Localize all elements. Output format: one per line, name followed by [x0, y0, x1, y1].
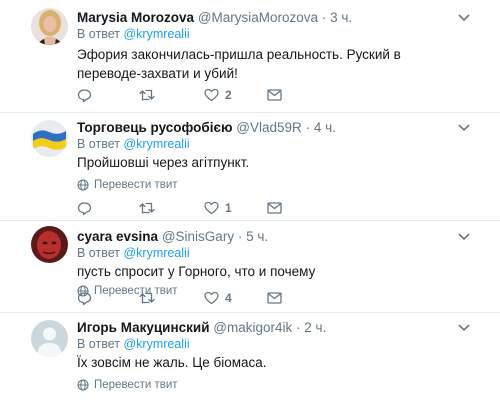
dm-button[interactable]: [267, 87, 282, 103]
tweet-text: пусть спросит у Горного, что и почему: [77, 264, 316, 279]
heart-icon: [204, 88, 219, 102]
chevron-down-icon[interactable]: [457, 123, 471, 133]
separator-dot: ·: [305, 120, 311, 135]
tweet-card[interactable]: Игорь Макуцинский @makigor4ik · 2 ч. В о…: [0, 312, 500, 400]
translate-link[interactable]: Перевести твит: [77, 178, 178, 192]
like-count: 1: [225, 201, 232, 215]
chevron-down-icon[interactable]: [457, 323, 471, 333]
author-name[interactable]: Marysia Morozova: [77, 10, 194, 25]
separator-dot: ·: [321, 10, 327, 25]
envelope-icon: [267, 292, 282, 304]
reply-icon: [77, 201, 92, 215]
translate-label: Перевести твит: [94, 179, 178, 191]
author-handle[interactable]: @SinisGary: [162, 229, 234, 244]
tweet-header: Marysia Morozova @MarysiaMorozova · 3 ч.: [77, 10, 352, 26]
author-handle[interactable]: @makigor4ik: [213, 320, 292, 335]
heart-icon: [204, 291, 219, 305]
tweet-card[interactable]: Marysia Morozova @MarysiaMorozova · 3 ч.…: [0, 0, 500, 113]
like-count: 2: [225, 88, 232, 102]
tweet-time[interactable]: 4 ч.: [314, 120, 336, 135]
retweet-icon: [139, 89, 155, 101]
retweet-icon: [139, 292, 155, 304]
default-avatar-icon: [31, 320, 68, 357]
chevron-down-icon[interactable]: [457, 13, 471, 23]
tweet-time[interactable]: 2 ч.: [304, 320, 326, 335]
tweet-card[interactable]: Торговець русофобією @Vlad59R · 4 ч. В о…: [0, 112, 500, 221]
dm-button[interactable]: [267, 200, 282, 216]
tweet-header: cyara evsina @SinisGary · 5 ч.: [77, 229, 268, 245]
author-handle[interactable]: @Vlad59R: [236, 120, 302, 135]
dm-button[interactable]: [267, 290, 282, 306]
avatar[interactable]: [31, 120, 68, 157]
avatar[interactable]: [31, 226, 68, 263]
separator-dot: ·: [296, 320, 301, 335]
avatar[interactable]: [31, 320, 68, 357]
reply-icon: [77, 291, 92, 305]
retweet-icon: [139, 202, 155, 214]
tweet-actions: 2: [77, 87, 297, 103]
reply-icon: [77, 88, 92, 102]
tweet-text: Пройшовші через агітпункт.: [77, 155, 250, 170]
envelope-icon: [267, 89, 282, 101]
reply-prefix: В ответ: [77, 337, 120, 351]
separator-dot: ·: [237, 229, 243, 244]
tweet-header: Торговець русофобією @Vlad59R · 4 ч.: [77, 120, 336, 136]
reply-prefix: В ответ: [77, 137, 120, 151]
reply-prefix: В ответ: [77, 246, 120, 260]
reply-button[interactable]: [77, 200, 92, 216]
reply-button[interactable]: [77, 290, 92, 306]
translate-label: Перевести твит: [94, 379, 178, 391]
tweet-actions: 1: [77, 200, 297, 216]
globe-icon: [77, 179, 89, 191]
like-count: 4: [225, 291, 232, 305]
tweet-actions: 4: [77, 290, 297, 306]
reply-context: В ответ @krymrealii: [77, 337, 190, 352]
translate-link[interactable]: Перевести твит: [77, 378, 178, 392]
reply-button[interactable]: [77, 87, 92, 103]
avatar-photo: [31, 226, 68, 263]
reply-to-handle[interactable]: @krymrealii: [123, 27, 189, 41]
tweet-time[interactable]: 3 ч.: [330, 10, 352, 25]
reply-context: В ответ @krymrealii: [77, 246, 190, 261]
reply-prefix: В ответ: [77, 27, 120, 41]
like-button[interactable]: 2: [204, 87, 232, 103]
chevron-down-icon[interactable]: [457, 232, 471, 242]
retweet-button[interactable]: [139, 290, 156, 306]
reply-to-handle[interactable]: @krymrealii: [123, 337, 189, 351]
author-handle[interactable]: @MarysiaMorozova: [198, 10, 318, 25]
reply-to-handle[interactable]: @krymrealii: [123, 137, 189, 151]
heart-icon: [204, 201, 219, 215]
avatar-photo: [31, 8, 68, 45]
like-button[interactable]: 1: [204, 200, 232, 216]
tweet-card[interactable]: cyara evsina @SinisGary · 5 ч. В ответ @…: [0, 220, 500, 313]
author-name[interactable]: Игорь Макуцинский: [77, 320, 210, 335]
retweet-button[interactable]: [139, 87, 156, 103]
tweet-text: Эфория закончилась-пришла реальность. Ру…: [77, 47, 401, 81]
author-name[interactable]: cyara evsina: [77, 229, 158, 244]
avatar[interactable]: [31, 8, 68, 45]
like-button[interactable]: 4: [204, 290, 232, 306]
ukraine-flag-icon: [31, 120, 68, 157]
envelope-icon: [267, 202, 282, 214]
retweet-button[interactable]: [139, 200, 156, 216]
tweet-header: Игорь Макуцинский @makigor4ik · 2 ч.: [77, 320, 326, 336]
tweet-time[interactable]: 5 ч.: [246, 229, 268, 244]
author-name[interactable]: Торговець русофобією: [77, 120, 233, 135]
reply-context: В ответ @krymrealii: [77, 27, 190, 42]
globe-icon: [77, 379, 89, 391]
reply-context: В ответ @krymrealii: [77, 137, 190, 152]
tweet-text: Їх зовсім не жаль. Це біомаса.: [77, 355, 267, 370]
reply-to-handle[interactable]: @krymrealii: [123, 246, 189, 260]
